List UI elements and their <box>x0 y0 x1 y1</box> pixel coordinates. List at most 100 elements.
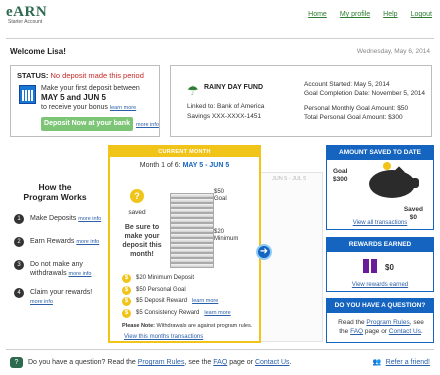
fund-summary-panel: ☂ RAINY DAY FUND Linked to: Bank of Amer… <box>170 65 432 137</box>
reward-learn-more-link[interactable]: learn more <box>192 296 218 308</box>
chat-question-icon: ? <box>10 357 23 368</box>
goal-summary-label: Goal <box>333 168 348 175</box>
status-learn-more-link[interactable]: learn more <box>110 105 136 111</box>
reward-list: $ $20 Minimum Deposit $ $50 Personal Goal … <box>122 273 231 319</box>
rewards-earned-panel: REWARDS EARNED $0 View rewards earned <box>326 237 434 292</box>
footer-contact-us-link[interactable]: Contact Us <box>255 359 290 366</box>
step-more-info-link[interactable]: more info <box>30 299 53 305</box>
nav-logout-link[interactable]: Logout <box>411 11 432 18</box>
deposit-reminder: Be sure to make your deposit this month! <box>122 224 162 258</box>
step-1: 1 Make Deposits more info <box>14 214 101 224</box>
rewards-earned-title: REWARDS EARNED <box>327 238 433 252</box>
month-prefix: Month 1 of 6: <box>139 162 181 169</box>
step-number: 3 <box>14 260 24 270</box>
goal-completion: Goal Completion Date: November 5, 2014 <box>304 90 426 97</box>
total-goal: Total Personal Goal Amount: $300 <box>304 114 403 121</box>
footer-program-rules-link[interactable]: Program Rules <box>138 359 185 366</box>
step-number: 4 <box>14 288 24 298</box>
logo[interactable]: eARN Starter Account <box>6 4 66 32</box>
next-month-arrow-button[interactable]: ➜ <box>256 244 272 260</box>
goal-summary: Goal $300 <box>333 168 347 184</box>
status-dates: MAY 5 and JUN 5 <box>41 93 106 102</box>
status-message: Make your first deposit between MAY 5 an… <box>41 84 159 113</box>
status-label: STATUS: <box>17 71 49 80</box>
nav-profile-link[interactable]: My profile <box>340 11 370 18</box>
question-text: Read the Program Rules, see the FAQ page… <box>338 319 424 335</box>
coin-stack-graphic: $50 Goal $20 Minimum <box>170 189 238 271</box>
monthly-goal: Personal Monthly Goal Amount: $50 <box>304 105 409 112</box>
header-divider <box>6 38 434 39</box>
reward-item: $ $5 Consistency Reward learn more <box>122 308 231 320</box>
program-rules-link[interactable]: Program Rules <box>366 319 409 326</box>
welcome-heading: Welcome Lisa! <box>10 47 66 56</box>
next-month-range: JUN 5 - JUL 5 <box>272 176 307 182</box>
reward-item: $ $20 Minimum Deposit <box>122 273 231 285</box>
status-line-1: Make your first deposit between <box>41 85 140 92</box>
footer-divider <box>6 349 434 350</box>
rewards-earned-amount: $0 <box>385 263 394 272</box>
month-label: Month 1 of 6: MAY 5 - JUN 5 <box>110 157 259 169</box>
nav-help-link[interactable]: Help <box>383 11 397 18</box>
top-nav: Home My profile Help Logout <box>308 11 432 18</box>
deposit-now-button[interactable]: Deposit Now at your bank <box>41 117 133 131</box>
account-started: Account Started: May 5, 2014 <box>304 81 390 88</box>
step-number: 1 <box>14 214 24 224</box>
question-panel: DO YOU HAVE A QUESTION? Read the Program… <box>326 298 434 343</box>
note-text: Withdrawals are against program rules. <box>156 323 253 329</box>
saved-label: saved <box>128 209 146 216</box>
step-2: 2 Earn Rewards more info <box>14 237 99 247</box>
deposit-more-info-link[interactable]: more info <box>136 122 159 128</box>
step-4: 4 Claim your rewards! more info <box>14 288 104 307</box>
view-all-transactions-link[interactable]: View all transactions <box>327 220 433 226</box>
reward-item: $ $50 Personal Goal <box>122 285 231 297</box>
minimum-amount: $20 <box>214 229 225 235</box>
refer-friend-link[interactable]: Refer a friend! <box>386 359 430 366</box>
dollar-icon: $ <box>122 274 131 284</box>
minimum-label: Minimum <box>214 236 239 242</box>
dollar-icon: $ <box>122 297 131 307</box>
step-more-info-link[interactable]: more info <box>78 216 101 222</box>
footer-faq-link[interactable]: FAQ <box>213 359 227 366</box>
reward-learn-more-link[interactable]: learn more <box>204 308 230 320</box>
view-month-transactions-link[interactable]: View this months transactions <box>124 334 203 340</box>
gift-icon <box>363 259 377 273</box>
question-icon: ? <box>130 189 144 203</box>
amount-saved-panel: AMOUNT SAVED TO DATE Goal $300 Saved $0 … <box>326 145 434 230</box>
fund-details: Account Started: May 5, 2014 Goal Comple… <box>304 80 425 122</box>
people-icon: 👥 <box>372 359 382 366</box>
dollar-icon: $ <box>122 285 131 295</box>
step-text: Make Deposits <box>30 215 77 222</box>
status-line-2: to receive your bonus <box>41 104 108 111</box>
step-text: Claim your rewards! <box>30 289 93 296</box>
linked-savings: Savings XXX-XXXX-1451 <box>187 113 262 120</box>
withdrawal-note: Please Note: Withdrawals are against pro… <box>122 323 252 329</box>
logo-tagline: Starter Account <box>8 19 43 25</box>
saved-summary-label: Saved <box>403 206 423 213</box>
linked-bank: Linked to: Bank of America <box>187 103 265 110</box>
goal-marker: $50 Goal <box>214 189 227 203</box>
umbrella-icon: ☂ <box>187 83 199 98</box>
faq-link[interactable]: FAQ <box>350 328 363 335</box>
contact-us-link[interactable]: Contact Us <box>389 328 421 335</box>
amount-saved-title: AMOUNT SAVED TO DATE <box>327 146 433 160</box>
footer-help: ? Do you have a question? Read the Progr… <box>10 357 292 368</box>
piggy-bank-icon <box>365 162 423 198</box>
goal-amount: $50 <box>214 189 225 195</box>
refer-friend[interactable]: 👥 Refer a friend! <box>372 358 430 367</box>
step-more-info-link[interactable]: more info <box>69 271 92 277</box>
fund-title: RAINY DAY FUND <box>204 84 263 91</box>
month-range: MAY 5 - JUN 5 <box>182 162 230 169</box>
current-month-header: CURRENT MONTH <box>110 147 259 157</box>
linked-account: Linked to: Bank of America Savings XXX-X… <box>187 102 264 122</box>
goal-summary-value: $300 <box>333 176 348 183</box>
step-number: 2 <box>14 237 24 247</box>
nav-home-link[interactable]: Home <box>308 11 327 18</box>
step-text: Earn Rewards <box>30 238 75 245</box>
step-more-info-link[interactable]: more info <box>76 239 99 245</box>
status-value: No deposit made this period <box>50 71 144 80</box>
status-title: STATUS: No deposit made this period <box>17 71 144 80</box>
how-it-works-title: How the Program Works <box>23 182 87 202</box>
goal-label: Goal <box>214 196 227 202</box>
view-rewards-earned-link[interactable]: View rewards earned <box>327 282 433 288</box>
question-title: DO YOU HAVE A QUESTION? <box>327 299 433 313</box>
